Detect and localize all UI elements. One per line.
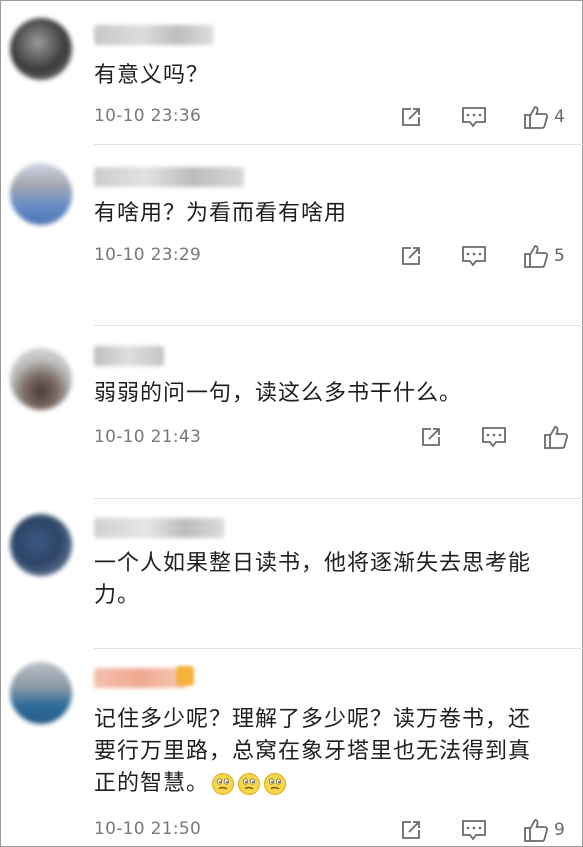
like-button[interactable]: 9 <box>523 815 565 845</box>
confused-face-emoji <box>238 773 261 795</box>
reply-button[interactable] <box>481 422 507 452</box>
like-button[interactable]: 5 <box>523 241 565 271</box>
share-icon <box>402 108 420 126</box>
share-button[interactable] <box>399 102 423 132</box>
confused-face-emoji <box>264 773 287 795</box>
comment-item: 有意义吗？ 10-10 23:36 4 <box>0 0 583 145</box>
share-button[interactable] <box>419 422 443 452</box>
comment-text-line: 力。 <box>94 583 141 608</box>
reply-icon <box>482 427 506 448</box>
comment-text: 有啥用？为看而看有啥用 <box>94 201 348 226</box>
like-count: 9 <box>554 820 565 840</box>
comment-text: 有意义吗？ <box>94 63 210 88</box>
share-button[interactable] <box>399 241 423 271</box>
comment-item: 记住多少呢？理解了多少呢？读万卷书，还 要行万里路，总窝在象牙塔里也无法得到真 … <box>0 648 583 847</box>
reply-button[interactable] <box>461 102 487 132</box>
reply-icon <box>462 246 486 267</box>
avatar[interactable] <box>10 18 72 80</box>
comment-text-line: 正的智慧。 <box>94 768 571 800</box>
like-count: 5 <box>554 246 565 266</box>
reply-icon <box>462 107 486 128</box>
comment-text: 一个人如果整日读书，他将逐渐失去思考能 力。 <box>94 548 571 612</box>
username[interactable] <box>94 518 224 538</box>
crown-icon <box>176 666 194 686</box>
like-count: 4 <box>554 107 565 127</box>
comment-item: 有啥用？为看而看有啥用 10-10 23:29 5 <box>0 145 583 326</box>
comment-actions: 9 <box>399 815 569 845</box>
share-icon <box>402 821 420 839</box>
reply-button[interactable] <box>461 241 487 271</box>
avatar[interactable] <box>10 662 72 724</box>
comment-item: 一个人如果整日读书，他将逐渐失去思考能 力。 <box>0 498 583 649</box>
confused-face-emoji <box>212 773 235 795</box>
reply-button[interactable] <box>461 815 487 845</box>
like-button[interactable] <box>543 422 569 452</box>
share-button[interactable] <box>399 815 423 845</box>
comment-text: 弱弱的问一句，读这么多书干什么。 <box>94 381 463 406</box>
share-icon <box>422 428 440 446</box>
like-button[interactable]: 4 <box>523 102 565 132</box>
share-icon <box>402 247 420 265</box>
reply-icon <box>462 820 486 841</box>
comment-time: 10-10 21:50 <box>94 819 202 839</box>
comment-time: 10-10 21:43 <box>94 427 202 447</box>
comment-actions <box>419 422 569 452</box>
thumbs-up-icon <box>544 426 569 449</box>
username[interactable] <box>94 25 214 45</box>
thumbs-up-icon <box>524 106 549 129</box>
avatar[interactable] <box>10 348 72 410</box>
emoji-row <box>209 771 287 796</box>
comment-text-line: 一个人如果整日读书，他将逐渐失去思考能 <box>94 551 532 576</box>
username[interactable] <box>94 167 244 187</box>
username[interactable] <box>94 346 164 366</box>
comment-time: 10-10 23:36 <box>94 106 202 126</box>
avatar[interactable] <box>10 514 72 576</box>
comment-actions: 4 <box>399 102 569 132</box>
thumbs-up-icon <box>524 245 549 268</box>
comment-text-line: 记住多少呢？理解了多少呢？读万卷书，还 <box>94 707 532 732</box>
avatar[interactable] <box>10 163 72 225</box>
comment-text: 记住多少呢？理解了多少呢？读万卷书，还 要行万里路，总窝在象牙塔里也无法得到真 … <box>94 704 571 800</box>
thumbs-up-icon <box>524 819 549 842</box>
comment-time: 10-10 23:29 <box>94 245 202 265</box>
comment-item: 弱弱的问一句，读这么多书干什么。 10-10 21:43 <box>0 326 583 499</box>
comment-actions: 5 <box>399 241 569 271</box>
username[interactable] <box>94 668 186 688</box>
comment-text-line: 要行万里路，总窝在象牙塔里也无法得到真 <box>94 739 532 764</box>
